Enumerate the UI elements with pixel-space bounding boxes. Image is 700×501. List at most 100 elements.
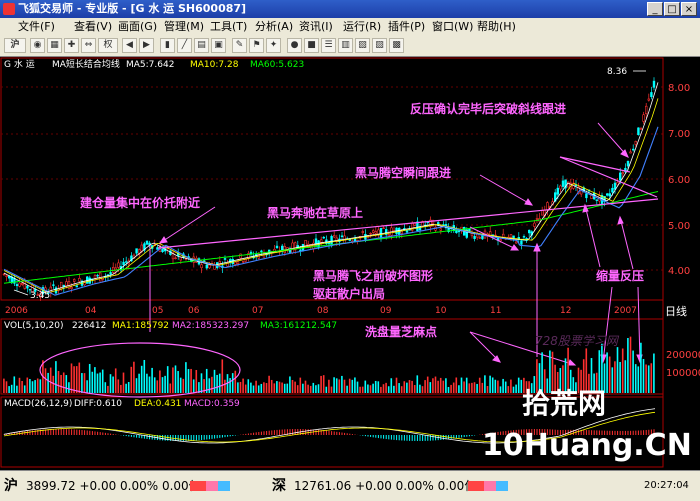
volume-bar xyxy=(651,363,653,393)
macd-bar xyxy=(466,435,467,437)
candle xyxy=(651,87,653,99)
maximize-button[interactable]: □ xyxy=(664,2,680,16)
stop-icon[interactable]: ■ xyxy=(304,38,319,53)
chart-area[interactable]: G 水 运 MA短长结合均线 MA5:7.642 MA10:7.28 MA60:… xyxy=(0,57,700,470)
macd-bar xyxy=(399,435,400,440)
volume-bar xyxy=(27,378,29,393)
menu-plugin[interactable]: 插件(P) xyxy=(388,18,425,36)
prev-icon[interactable]: ◀ xyxy=(122,38,137,53)
macd-bar xyxy=(433,435,434,441)
ma10-value: MA10:7.28 xyxy=(190,60,239,70)
macd-bar xyxy=(316,430,317,435)
candle xyxy=(596,200,598,205)
macd-dea: DEA:0.431 xyxy=(134,399,181,409)
candle xyxy=(487,232,489,241)
macd-bar xyxy=(162,435,163,440)
menu-window[interactable]: 窗口(W) xyxy=(432,18,473,36)
menu-info[interactable]: 资讯(I) xyxy=(299,18,333,36)
pinyin-button[interactable]: 沪 xyxy=(4,38,26,53)
volume-bar xyxy=(315,385,317,393)
grid-icon[interactable]: ▦ xyxy=(47,38,62,53)
volume-bar xyxy=(469,383,471,393)
volume-bar xyxy=(138,374,140,393)
candle xyxy=(606,193,608,197)
line-icon[interactable]: ╱ xyxy=(177,38,192,53)
candle xyxy=(648,94,650,102)
candle xyxy=(560,185,562,193)
volume-bar xyxy=(458,385,460,393)
macd-bar xyxy=(279,430,280,435)
macd-bar xyxy=(261,432,262,435)
panel-icon[interactable]: ▨ xyxy=(372,38,387,53)
minimize-button[interactable]: _ xyxy=(647,2,663,16)
volume-bar xyxy=(339,379,341,393)
volume-bar xyxy=(240,382,242,393)
candle xyxy=(383,226,385,228)
macd-bar xyxy=(264,431,265,435)
zoom-icon[interactable]: ◉ xyxy=(30,38,45,53)
pencil-icon[interactable]: ✎ xyxy=(232,38,247,53)
chart-icon[interactable]: ▮ xyxy=(160,38,175,53)
volume-bar xyxy=(422,386,424,393)
menu-manage[interactable]: 管理(M) xyxy=(164,18,204,36)
volume-bar xyxy=(622,348,624,393)
layout-icon[interactable]: ▥ xyxy=(338,38,353,53)
list-icon[interactable]: ☰ xyxy=(321,38,336,53)
macd-bar xyxy=(160,435,161,440)
macd-bar xyxy=(274,430,275,435)
volume-bar xyxy=(357,382,359,393)
candle xyxy=(66,278,68,288)
window-icon[interactable]: ▣ xyxy=(211,38,226,53)
candle xyxy=(276,241,278,249)
vol-label-100000: 100000 xyxy=(666,368,700,379)
split-icon[interactable]: ▧ xyxy=(355,38,370,53)
macd-bar xyxy=(235,435,236,436)
volume-bar xyxy=(310,386,312,393)
menu-analysis[interactable]: 分析(A) xyxy=(255,18,293,36)
menu-help[interactable]: 帮助(H) xyxy=(477,18,516,36)
volume-bar xyxy=(162,377,164,393)
volume-bar xyxy=(435,377,437,393)
crosshair-icon[interactable]: ✚ xyxy=(64,38,79,53)
menu-run[interactable]: 运行(R) xyxy=(343,18,381,36)
menu-view[interactable]: 查看(V) xyxy=(74,18,112,36)
macd-bar xyxy=(459,435,460,438)
menu-file[interactable]: 文件(F) xyxy=(18,18,55,36)
table-icon[interactable]: ▤ xyxy=(194,38,209,53)
weight-button[interactable]: 权 xyxy=(98,38,118,53)
volume-bar xyxy=(411,381,413,393)
volume-bar xyxy=(365,381,367,393)
macd-bar xyxy=(245,434,246,435)
dot-icon[interactable]: ● xyxy=(287,38,302,53)
volume-bar xyxy=(427,377,429,393)
macd-bar xyxy=(32,430,33,435)
macd-bar xyxy=(409,435,410,441)
volume-bar xyxy=(323,375,325,393)
volume-bar xyxy=(214,370,216,393)
volume-bar xyxy=(354,377,356,393)
volume-bar xyxy=(263,382,265,393)
flag-icon[interactable]: ⚑ xyxy=(249,38,264,53)
title-bar: 飞狐交易师 - 专业版 - [G 水 运 SH600087] _ □ × xyxy=(0,0,700,18)
period-label[interactable]: 日线 xyxy=(665,304,687,318)
macd-bar xyxy=(303,429,304,435)
shift-icon[interactable]: ⇔ xyxy=(81,38,96,53)
next-icon[interactable]: ▶ xyxy=(139,38,154,53)
volume-bar xyxy=(653,354,655,393)
full-icon[interactable]: ▩ xyxy=(389,38,404,53)
volume-bar xyxy=(164,376,166,393)
volume-bar xyxy=(115,368,117,393)
volume-bar xyxy=(484,375,486,393)
app-icon xyxy=(3,3,15,15)
macd-bar xyxy=(69,429,70,435)
marker-icon[interactable]: ✦ xyxy=(266,38,281,53)
volume-bar xyxy=(14,376,16,393)
macd-bar xyxy=(225,435,226,437)
macd-bar xyxy=(253,433,254,435)
menu-tools[interactable]: 工具(T) xyxy=(210,18,247,36)
volume-bar xyxy=(487,386,489,393)
volume-bar xyxy=(279,382,281,393)
close-button[interactable]: × xyxy=(681,2,697,16)
menu-screen[interactable]: 画面(G) xyxy=(118,18,157,36)
volume-bar xyxy=(167,366,169,393)
